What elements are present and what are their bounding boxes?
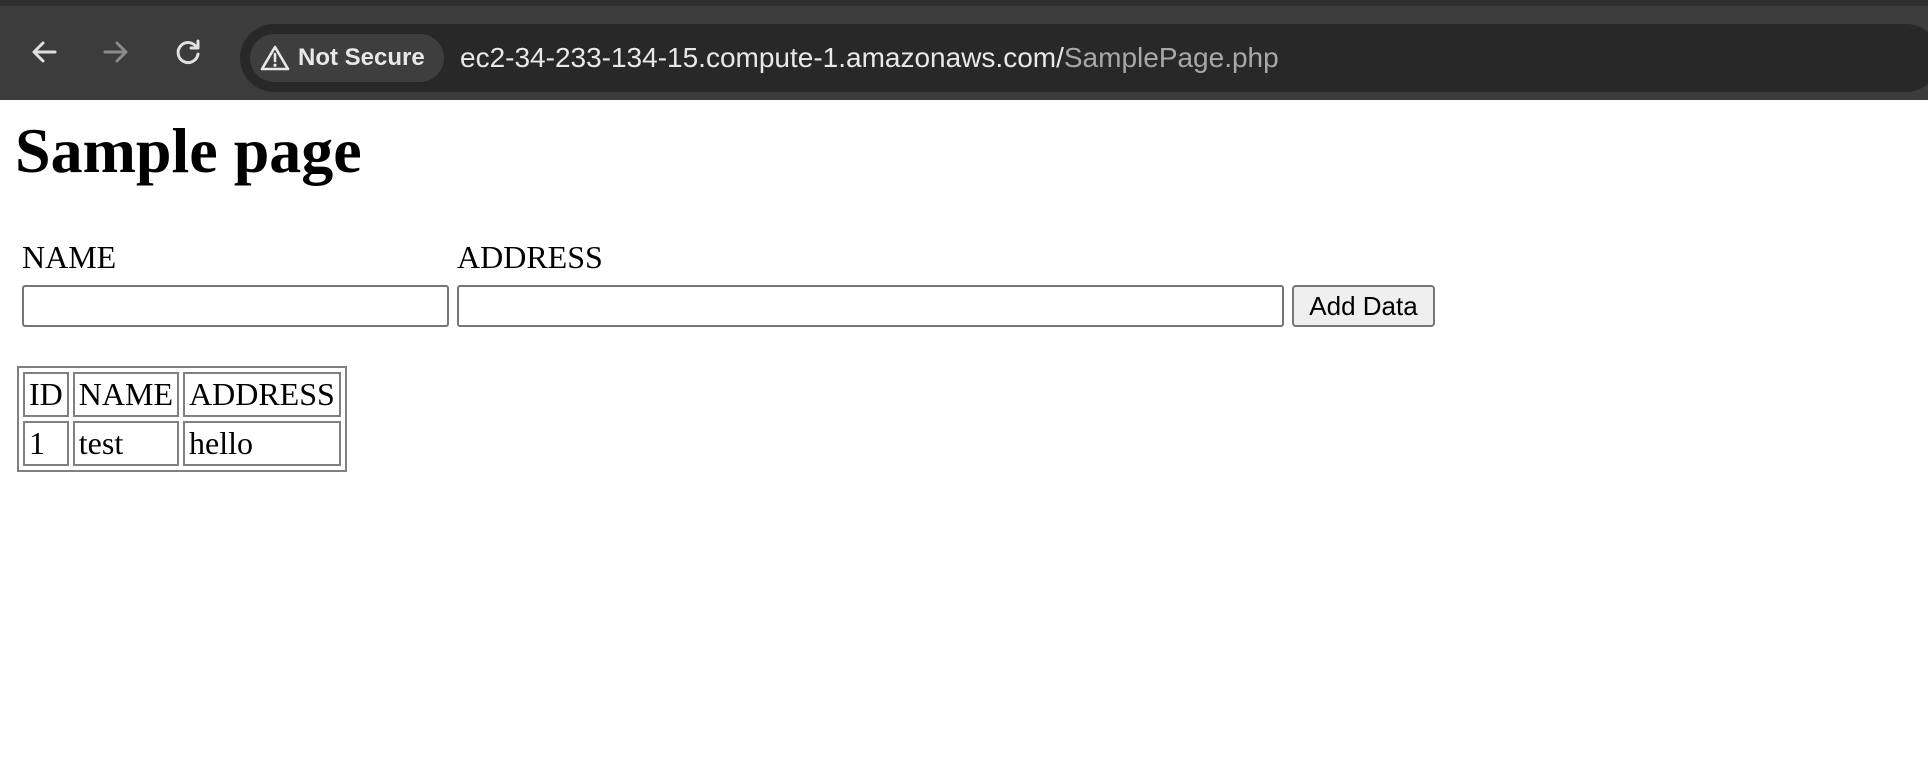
cell-address: hello: [182, 421, 341, 466]
url-path: SamplePage.php: [1063, 42, 1279, 73]
cell-name: test: [72, 421, 179, 466]
address-bar[interactable]: Not Secure ec2-34-233-134-15.compute-1.a…: [240, 24, 1928, 92]
arrow-left-icon: [32, 41, 57, 63]
forward-button[interactable]: [98, 34, 134, 70]
security-indicator[interactable]: Not Secure: [250, 34, 444, 82]
table-row: 1 test hello: [23, 421, 341, 466]
reload-button[interactable]: [170, 34, 206, 70]
back-button[interactable]: [26, 34, 62, 70]
page-content: Sample page NAME ADDRESS Add Data ID NAM…: [0, 100, 1928, 776]
url-host: ec2-34-233-134-15.compute-1.amazonaws.co…: [460, 42, 1064, 73]
page-title: Sample page: [15, 115, 362, 186]
cell-id: 1: [23, 421, 69, 466]
data-table: ID NAME ADDRESS 1 test hello: [17, 366, 347, 472]
header-name: NAME: [72, 372, 179, 417]
arrow-right-icon: [103, 41, 128, 63]
name-input[interactable]: [22, 285, 449, 327]
address-label: ADDRESS: [457, 239, 603, 275]
table-header-row: ID NAME ADDRESS: [23, 372, 341, 417]
header-address: ADDRESS: [182, 372, 341, 417]
header-id: ID: [23, 372, 69, 417]
name-label: NAME: [22, 239, 117, 275]
warning-triangle-icon: [260, 44, 290, 72]
security-label: Not Secure: [298, 44, 425, 71]
browser-toolbar: Not Secure ec2-34-233-134-15.compute-1.a…: [0, 0, 1928, 100]
url-text[interactable]: ec2-34-233-134-15.compute-1.amazonaws.co…: [460, 24, 1279, 92]
address-input[interactable]: [457, 285, 1284, 327]
add-data-button[interactable]: Add Data: [1292, 285, 1435, 327]
reload-icon: [176, 39, 200, 64]
